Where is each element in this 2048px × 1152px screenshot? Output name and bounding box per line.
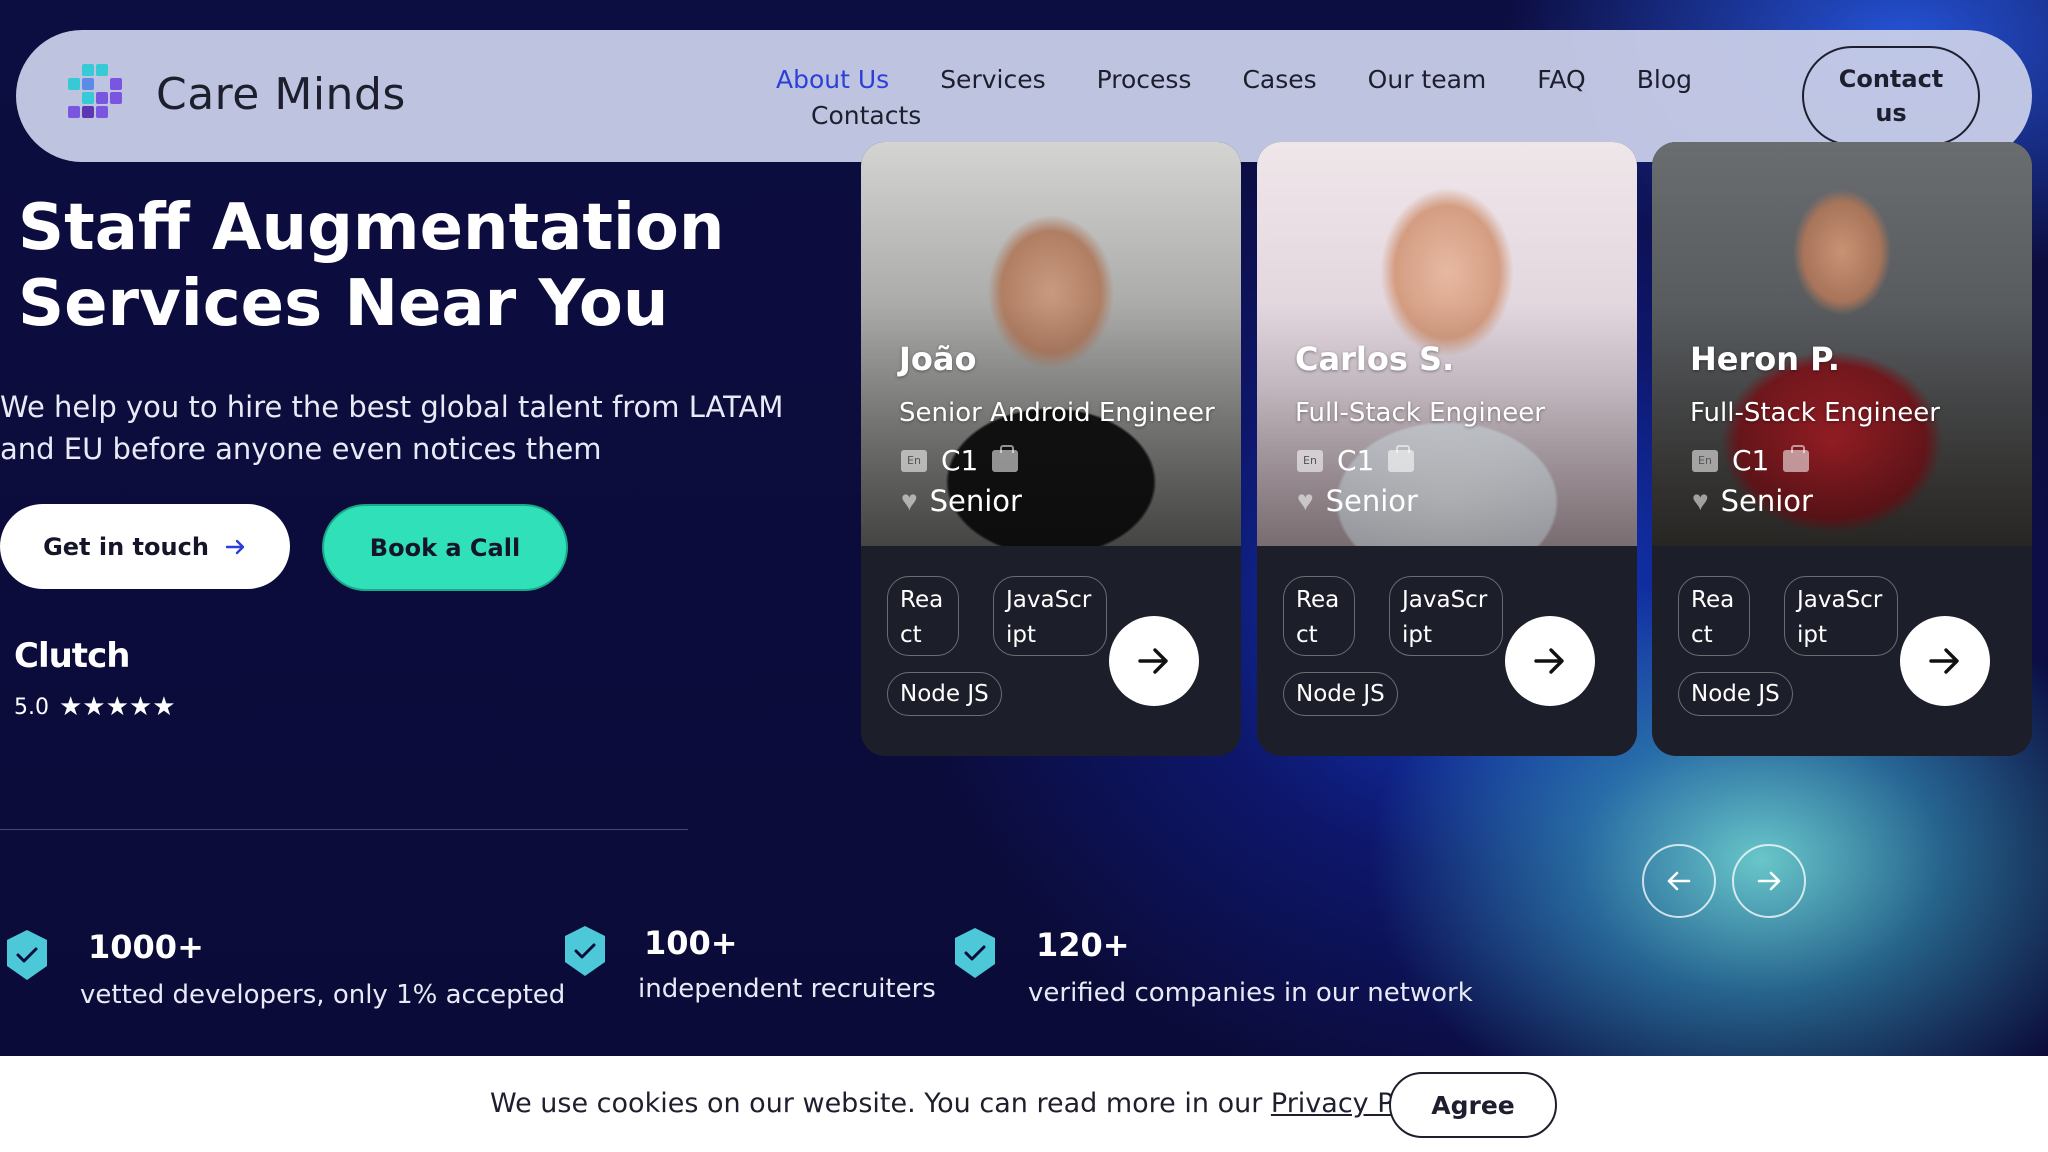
nav-blog[interactable]: Blog bbox=[1637, 64, 1692, 96]
carousel-prev-button[interactable] bbox=[1642, 844, 1716, 918]
brand-name: Care Minds bbox=[156, 68, 406, 120]
stat-recruiters: 100+ independent recruiters bbox=[562, 924, 942, 1014]
hero-title: Staff Augmentation Services Near You bbox=[18, 191, 725, 341]
heart-icon: ♥ bbox=[1692, 485, 1709, 516]
arrow-right-icon bbox=[225, 539, 245, 554]
developer-role: Full-Stack Engineer bbox=[1295, 398, 1545, 428]
logo-icon bbox=[68, 62, 132, 126]
stat-label: vetted developers, only 1% accepted bbox=[80, 980, 566, 1010]
developer-card[interactable]: João Senior Android Engineer En C1 ♥ Sen… bbox=[861, 142, 1241, 756]
stat-label: independent recruiters bbox=[638, 974, 936, 1004]
book-a-call-button[interactable]: Book a Call bbox=[322, 504, 568, 591]
skill-tag: Rea ct bbox=[887, 576, 959, 656]
heart-icon: ♥ bbox=[901, 485, 918, 516]
view-profile-button[interactable] bbox=[1900, 616, 1990, 706]
nav-cases[interactable]: Cases bbox=[1242, 64, 1316, 96]
hero-subtitle: We help you to hire the best global tale… bbox=[0, 390, 784, 466]
section-divider bbox=[0, 829, 688, 830]
skill-tag: Rea ct bbox=[1678, 576, 1750, 656]
seniority-label: Senior bbox=[929, 484, 1022, 518]
language-level: C1 bbox=[1337, 444, 1375, 477]
stat-value: 120+ bbox=[1036, 926, 1130, 964]
nav-faq[interactable]: FAQ bbox=[1537, 64, 1585, 96]
briefcase-icon bbox=[1783, 444, 1810, 472]
shield-check-icon bbox=[955, 928, 995, 978]
carousel-next-button[interactable] bbox=[1732, 844, 1806, 918]
seniority-label: Senior bbox=[1325, 484, 1418, 518]
logo[interactable]: Care Minds bbox=[68, 62, 406, 126]
contact-us-button[interactable]: Contact us bbox=[1802, 46, 1980, 146]
skill-tag: JavaScr ipt bbox=[993, 576, 1107, 656]
stat-companies: 120+ verified companies in our network bbox=[952, 926, 1473, 1016]
skill-tag: JavaScr ipt bbox=[1784, 576, 1898, 656]
arrow-right-icon bbox=[1534, 648, 1564, 674]
seniority-row: ♥ Senior bbox=[901, 484, 1022, 518]
skill-tag: JavaScr ipt bbox=[1389, 576, 1503, 656]
language-badge-icon: En bbox=[901, 449, 927, 472]
seniority-row: ♥ Senior bbox=[1297, 484, 1418, 518]
agree-button[interactable]: Agree bbox=[1389, 1072, 1557, 1138]
main-nav: About Us Services Process Cases Our team… bbox=[776, 64, 1696, 132]
clutch-logo: Clutch bbox=[14, 636, 130, 676]
skill-tag: Rea ct bbox=[1283, 576, 1355, 656]
stat-value: 100+ bbox=[644, 924, 738, 962]
nav-about-us[interactable]: About Us bbox=[776, 64, 889, 96]
developer-name: Carlos S. bbox=[1295, 340, 1455, 378]
view-profile-button[interactable] bbox=[1109, 616, 1199, 706]
language-badge-icon: En bbox=[1692, 449, 1718, 472]
clutch-rating-widget[interactable]: Clutch 5.0 ★★★★★ bbox=[14, 636, 176, 722]
cookie-text: We use cookies on our website. You can r… bbox=[490, 1088, 1271, 1119]
seniority-label: Senior bbox=[1720, 484, 1813, 518]
skill-tag: Node JS bbox=[1678, 672, 1793, 716]
developer-role: Senior Android Engineer bbox=[899, 398, 1215, 428]
arrow-right-icon bbox=[1138, 648, 1168, 674]
cookie-message: We use cookies on our website. You can r… bbox=[490, 1088, 1460, 1119]
language-badge-icon: En bbox=[1297, 449, 1323, 472]
language-row: En C1 bbox=[901, 444, 1019, 477]
shield-check-icon bbox=[7, 930, 47, 980]
briefcase-icon bbox=[992, 444, 1019, 472]
language-row: En C1 bbox=[1692, 444, 1810, 477]
cookie-banner: We use cookies on our website. You can r… bbox=[0, 1056, 2048, 1152]
get-in-touch-button[interactable]: Get in touch bbox=[0, 504, 290, 589]
view-profile-button[interactable] bbox=[1505, 616, 1595, 706]
developer-name: João bbox=[899, 340, 977, 378]
get-in-touch-label: Get in touch bbox=[43, 532, 209, 561]
stat-value: 1000+ bbox=[88, 928, 204, 966]
heart-icon: ♥ bbox=[1297, 485, 1314, 516]
stat-label: verified companies in our network bbox=[1028, 978, 1473, 1008]
developer-role: Full-Stack Engineer bbox=[1690, 398, 1940, 428]
nav-process[interactable]: Process bbox=[1097, 64, 1192, 96]
arrow-right-icon bbox=[1929, 648, 1959, 674]
skill-tag: Node JS bbox=[1283, 672, 1398, 716]
skill-tag: Node JS bbox=[887, 672, 1002, 716]
developer-card[interactable]: Heron P. Full-Stack Engineer En C1 ♥ Sen… bbox=[1652, 142, 2032, 756]
rating-value: 5.0 bbox=[14, 694, 49, 720]
language-level: C1 bbox=[941, 444, 979, 477]
stat-developers: 1000+ vetted developers, only 1% accepte… bbox=[4, 928, 565, 1018]
developer-name: Heron P. bbox=[1690, 340, 1840, 378]
clutch-score: 5.0 ★★★★★ bbox=[14, 692, 176, 722]
seniority-row: ♥ Senior bbox=[1692, 484, 1813, 518]
arrow-right-icon bbox=[1757, 871, 1781, 891]
nav-contacts[interactable]: Contacts bbox=[811, 100, 1011, 132]
arrow-left-icon bbox=[1667, 871, 1691, 891]
developer-card[interactable]: Carlos S. Full-Stack Engineer En C1 ♥ Se… bbox=[1257, 142, 1637, 756]
briefcase-icon bbox=[1388, 444, 1415, 472]
nav-services[interactable]: Services bbox=[940, 64, 1045, 96]
nav-our-team[interactable]: Our team bbox=[1368, 64, 1487, 96]
language-row: En C1 bbox=[1297, 444, 1415, 477]
star-icon: ★★★★★ bbox=[59, 692, 176, 722]
language-level: C1 bbox=[1732, 444, 1770, 477]
shield-check-icon bbox=[565, 926, 605, 976]
